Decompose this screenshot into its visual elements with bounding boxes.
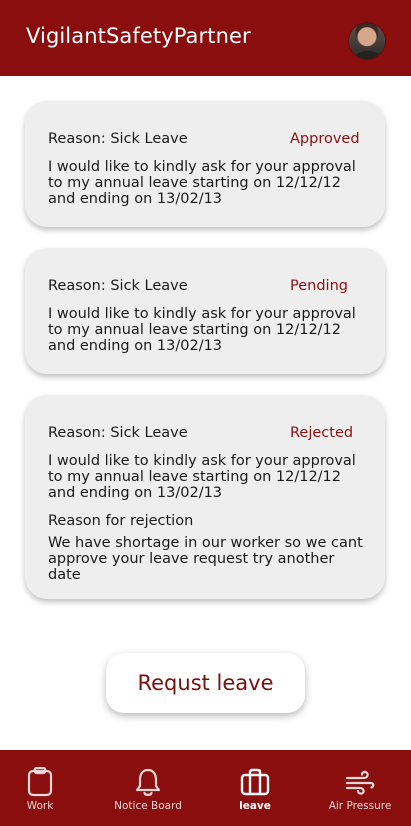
- status-badge: Pending: [290, 278, 348, 294]
- rejection-title: Reason for rejection: [48, 513, 194, 529]
- nav-item-work[interactable]: Work: [0, 750, 80, 826]
- nav-label: leave: [239, 800, 271, 812]
- nav-item-notice-board[interactable]: Notice Board: [98, 750, 198, 826]
- avatar-shoulders: [355, 51, 381, 59]
- request-leave-button[interactable]: Requst leave: [106, 653, 305, 713]
- leave-request-card[interactable]: Reason: Sick Leave Approved I would like…: [25, 101, 385, 227]
- briefcase-icon: [240, 768, 270, 796]
- bottom-nav: Work Notice Board leave Air Pressure: [0, 750, 411, 826]
- wind-icon: [345, 770, 375, 795]
- leave-reason: Reason: Sick Leave: [48, 425, 188, 441]
- nav-label: Notice Board: [114, 800, 182, 812]
- avatar[interactable]: [348, 22, 386, 60]
- status-badge: Approved: [290, 131, 360, 147]
- leave-message: I would like to kindly ask for your appr…: [48, 159, 356, 207]
- leave-request-card[interactable]: Reason: Sick Leave Rejected I would like…: [25, 395, 385, 599]
- leave-message: I would like to kindly ask for your appr…: [48, 306, 356, 354]
- nav-label: Work: [26, 800, 54, 812]
- leave-message: I would like to kindly ask for your appr…: [48, 453, 356, 501]
- leave-reason: Reason: Sick Leave: [48, 131, 188, 147]
- nav-item-leave[interactable]: leave: [215, 750, 295, 826]
- rejection-text: We have shortage in our worker so we can…: [48, 535, 363, 583]
- nav-item-air-pressure[interactable]: Air Pressure: [315, 750, 405, 826]
- app-title: VigilantSafetyPartner: [26, 24, 251, 48]
- clipboard-icon: [27, 767, 53, 797]
- leave-reason: Reason: Sick Leave: [48, 278, 188, 294]
- bell-icon: [135, 768, 161, 796]
- leave-request-card[interactable]: Reason: Sick Leave Pending I would like …: [25, 248, 385, 374]
- app-header: VigilantSafetyPartner: [0, 0, 411, 76]
- nav-label: Air Pressure: [328, 800, 392, 812]
- status-badge: Rejected: [290, 425, 354, 441]
